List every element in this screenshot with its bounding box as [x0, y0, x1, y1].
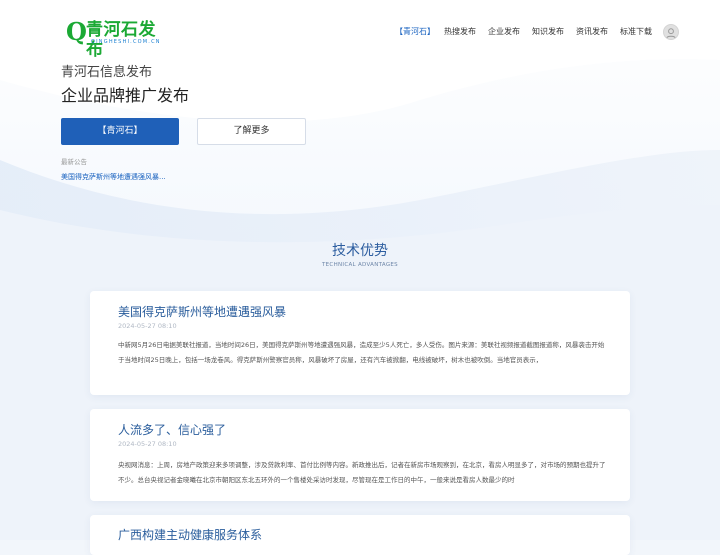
- hero-subtitle: 青河石信息发布: [61, 65, 153, 80]
- nav-item-news[interactable]: 资讯发布: [576, 27, 608, 37]
- notice-label: 最新公告: [61, 158, 87, 166]
- article-title[interactable]: 美国得克萨斯州等地遭遇强风暴: [118, 305, 286, 320]
- nav-item-enterprise[interactable]: 企业发布: [488, 27, 520, 37]
- section-title: 技术优势: [332, 243, 388, 259]
- nav-item-hot[interactable]: 热搜发布: [444, 27, 476, 37]
- article-card: 广西构建主动健康服务体系: [90, 515, 630, 555]
- hero-title: 企业品牌推广发布: [61, 86, 190, 105]
- nav-item-home[interactable]: 【青河石】: [395, 27, 435, 37]
- logo-domain: QINGHESHI.COM.CN: [91, 39, 161, 45]
- nav-item-standards[interactable]: 标准下载: [620, 27, 652, 37]
- logo[interactable]: Q 青河石发布 QINGHESHI.COM.CN: [66, 17, 166, 61]
- article-date: 2024-05-27 08:10: [118, 322, 177, 330]
- primary-cta-button[interactable]: 【青河石】: [61, 118, 179, 145]
- user-icon: [666, 28, 676, 39]
- nav-item-knowledge[interactable]: 知识发布: [532, 27, 564, 37]
- article-date: 2024-05-27 08:10: [118, 440, 177, 448]
- article-title[interactable]: 人流多了、信心强了: [118, 423, 226, 438]
- article-title[interactable]: 广西构建主动健康服务体系: [118, 528, 262, 543]
- article-excerpt: 央视网消息：上周，房地产政策迎来多项调整，涉及贷款利率、首付比例等内容。新政推出…: [118, 461, 606, 484]
- logo-initial: Q: [66, 17, 87, 46]
- learn-more-button[interactable]: 了解更多: [197, 118, 306, 145]
- article-card: 美国得克萨斯州等地遭遇强风暴 2024-05-27 08:10 中新网5月26日…: [90, 291, 630, 395]
- article-excerpt: 中新网5月26日电据美联社报道，当地时间26日，美国得克萨斯州等地遭遇强风暴，造…: [118, 341, 605, 364]
- user-avatar-icon[interactable]: [663, 24, 679, 40]
- article-card: 人流多了、信心强了 2024-05-27 08:10 央视网消息：上周，房地产政…: [90, 409, 630, 501]
- notice-link[interactable]: 美国得克萨斯州等地遭遇强风暴...: [61, 173, 166, 182]
- section-subtitle: TECHNICAL ADVANTAGES: [322, 262, 398, 268]
- header: Q 青河石发布 QINGHESHI.COM.CN 【青河石】 热搜发布 企业发布…: [0, 0, 720, 64]
